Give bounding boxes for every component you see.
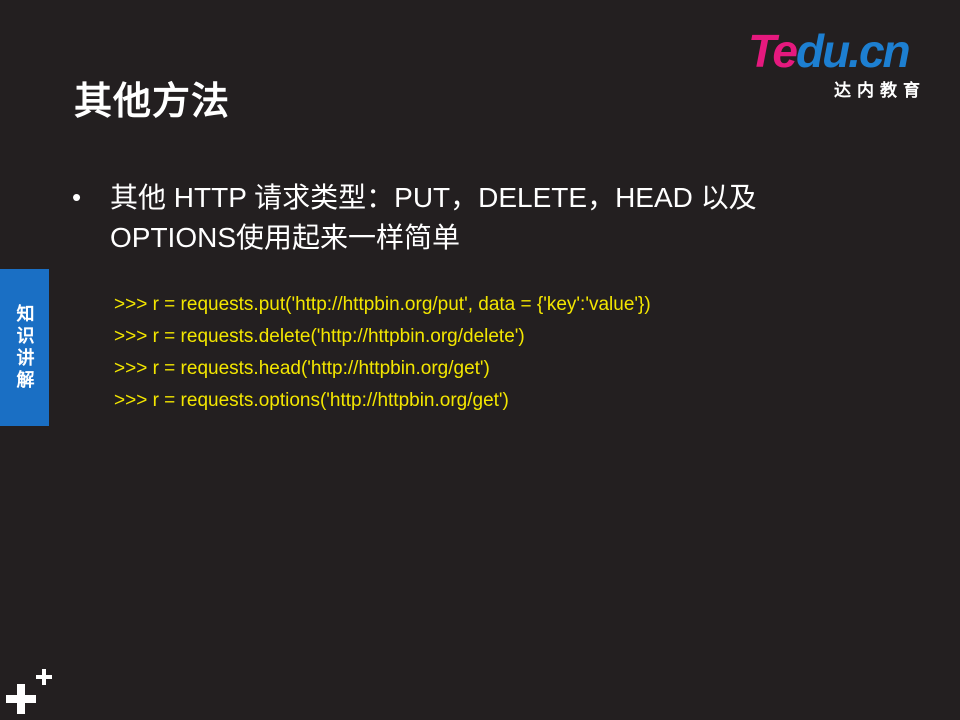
logo-subtitle: 达内教育 <box>834 81 926 100</box>
code-line-put: >>> r = requests.put('http://httpbin.org… <box>114 294 651 315</box>
bullet-text: 其他 HTTP 请求类型：PUT，DELETE，HEAD 以及 OPTIONS使… <box>110 178 872 258</box>
bullet-line-2: OPTIONS使用起来一样简单 <box>110 222 461 253</box>
code-line-delete: >>> r = requests.delete('http://httpbin.… <box>114 326 525 347</box>
code-line-head: >>> r = requests.head('http://httpbin.or… <box>114 358 490 379</box>
code-block: >>> r = requests.put('http://httpbin.org… <box>114 289 651 417</box>
tedu-logo: Tedu.cn 达内教育 <box>748 28 932 100</box>
logo-brand-te: Te <box>748 25 798 77</box>
logo-brand-du-cn: du.cn <box>795 25 911 77</box>
bullet-line-1: 其他 HTTP 请求类型：PUT，DELETE，HEAD 以及 <box>110 182 757 213</box>
bullet-item: • 其他 HTTP 请求类型：PUT，DELETE，HEAD 以及 OPTION… <box>72 178 872 258</box>
code-line-options: >>> r = requests.options('http://httpbin… <box>114 390 509 411</box>
plus-plus-icon <box>6 669 52 714</box>
logo-brand: Tedu.cn <box>748 25 911 77</box>
slide-title: 其他方法 <box>74 81 231 123</box>
side-tab: 知识讲解 <box>0 269 49 426</box>
side-tab-label: 知识讲解 <box>14 303 35 392</box>
bullet-dot-icon: • <box>72 182 82 212</box>
